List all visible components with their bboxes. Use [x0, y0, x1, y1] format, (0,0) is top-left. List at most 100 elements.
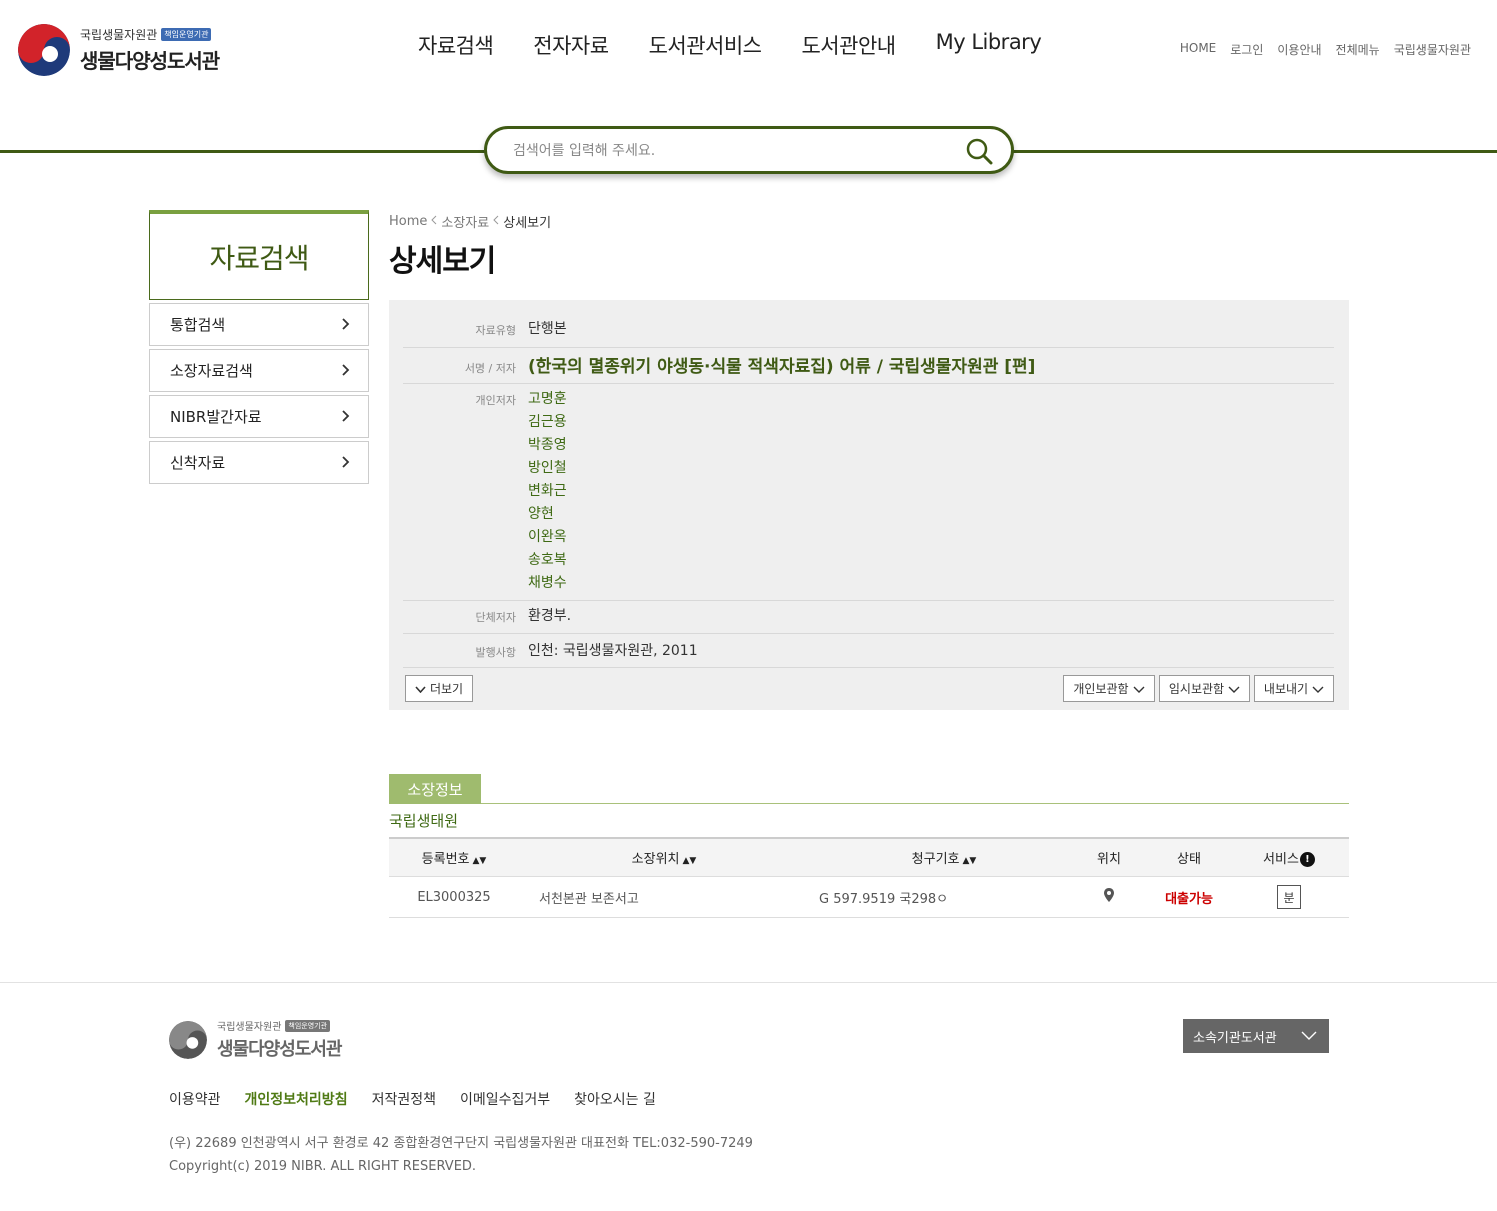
- util-sitemap-link[interactable]: 전체메뉴: [1336, 41, 1380, 58]
- cell-location: 서천본관 보존서고: [539, 891, 639, 907]
- table-row: EL3000325 서천본관 보존서고 G 597.9519 국298ㅇ 대출가…: [389, 877, 1349, 918]
- breadcrumb-home[interactable]: Home: [389, 214, 427, 229]
- gnb-item-search[interactable]: 자료검색: [418, 30, 494, 60]
- footer-address-text: (우) 22689 인천광역시 서구 환경로 42 종합환경연구단지 국립생물자…: [169, 1136, 753, 1151]
- chevron-right-icon: [342, 316, 350, 334]
- util-home-link[interactable]: HOME: [1180, 41, 1216, 58]
- detail-label: 서명 / 저자: [464, 362, 516, 375]
- side-nav-item-nibr-publications[interactable]: NIBR발간자료: [149, 395, 369, 438]
- detail-label: 단체저자: [475, 611, 516, 624]
- taegeuk-logo-icon: [169, 1020, 207, 1059]
- col-header-call-no[interactable]: 청구기호 ▲▼: [809, 848, 1079, 867]
- gnb-item-services[interactable]: 도서관서비스: [649, 30, 762, 60]
- logo-org-name: 국립생물자원관: [80, 28, 158, 42]
- util-login-link[interactable]: 로그인: [1230, 41, 1263, 58]
- col-header-service: 서비스!: [1239, 848, 1339, 867]
- chevron-down-icon: [1133, 682, 1145, 696]
- author-list: 고명훈 김근용 박종영 방인철 변화근 양현 이완옥 송호복 채병수: [528, 388, 567, 600]
- temp-folder-button[interactable]: 임시보관함: [1159, 675, 1250, 702]
- chevron-right-icon: [342, 408, 350, 426]
- col-header-location[interactable]: 소장위치 ▲▼: [519, 848, 809, 867]
- col-header-reg-no[interactable]: 등록번호 ▲▼: [389, 848, 519, 867]
- tab-holdings[interactable]: 소장정보: [389, 774, 481, 804]
- chevron-down-icon: [1312, 682, 1324, 696]
- chevron-down-icon: [415, 682, 426, 696]
- footer-divider: [0, 982, 1497, 983]
- table-header-row: 등록번호 ▲▼ 소장위치 ▲▼ 청구기호 ▲▼ 위치 상태 서비스!: [389, 839, 1349, 877]
- author-link[interactable]: 고명훈: [528, 391, 567, 407]
- detail-row-corp-author: 단체저자 환경부.: [403, 605, 1334, 634]
- detail-corp-value: 환경부.: [528, 608, 572, 624]
- author-link[interactable]: 박종영: [528, 437, 567, 453]
- gnb-item-my-library[interactable]: My Library: [936, 30, 1042, 60]
- chevron-down-icon: [1301, 1029, 1317, 1044]
- author-link[interactable]: 김근용: [528, 414, 567, 430]
- author-link[interactable]: 방인철: [528, 460, 567, 476]
- footer-links: 이용약관 개인정보처리방침 저작권정책 이메일수집거부 찾아오시는 길: [169, 1089, 656, 1109]
- footer-link-copyright[interactable]: 저작권정책: [372, 1089, 436, 1109]
- footer-address: (우) 22689 인천광역시 서구 환경로 42 종합환경연구단지 국립생물자…: [169, 1132, 753, 1178]
- detail-label: 발행사항: [475, 646, 516, 659]
- breadcrumb-holdings[interactable]: 소장자료: [441, 212, 489, 231]
- page-title: 상세보기: [389, 244, 496, 279]
- utility-nav: HOME 로그인 이용안내 전체메뉴 국립생물자원관: [1180, 41, 1471, 58]
- map-pin-icon[interactable]: [1079, 888, 1139, 906]
- col-header-position: 위치: [1097, 852, 1121, 867]
- side-nav-title: 자료검색: [149, 210, 369, 300]
- author-link[interactable]: 송호복: [528, 552, 567, 568]
- footer-link-privacy[interactable]: 개인정보처리방침: [245, 1089, 348, 1109]
- author-link[interactable]: 양현: [528, 506, 554, 522]
- author-link[interactable]: 변화근: [528, 483, 567, 499]
- side-nav-item-integrated-search[interactable]: 통합검색: [149, 303, 369, 346]
- footer-link-terms[interactable]: 이용약관: [169, 1089, 221, 1109]
- detail-row-publication: 발행사항 인천: 국립생물자원관, 2011: [403, 640, 1334, 668]
- detail-label: 자료유형: [475, 324, 516, 337]
- more-button[interactable]: 더보기: [405, 675, 473, 702]
- sort-icon: ▲▼: [472, 856, 487, 866]
- side-nav-item-new-arrivals[interactable]: 신착자료: [149, 441, 369, 484]
- side-nav-item-holdings-search[interactable]: 소장자료검색: [149, 349, 369, 392]
- side-nav-item-label: NIBR발간자료: [170, 408, 262, 426]
- side-nav: 자료검색 통합검색 소장자료검색 NIBR발간자료 신착자료: [149, 210, 369, 484]
- side-nav-item-label: 소장자료검색: [170, 362, 253, 380]
- breadcrumb: Home 소장자료 상세보기: [389, 212, 551, 231]
- site-logo[interactable]: 국립생물자원관 책임운영기관 생물다양성도서관: [18, 24, 258, 76]
- service-button[interactable]: 분: [1277, 885, 1301, 909]
- export-button[interactable]: 내보내기: [1254, 675, 1334, 702]
- gnb-item-about[interactable]: 도서관안내: [801, 30, 896, 60]
- side-nav-item-label: 통합검색: [170, 316, 226, 334]
- util-nibr-link[interactable]: 국립생물자원관: [1394, 41, 1471, 58]
- footer-link-email-refusal[interactable]: 이메일수집거부: [460, 1089, 550, 1109]
- logo-badge: 책임운영기관: [161, 28, 212, 41]
- search-bar: [484, 126, 1014, 174]
- util-guide-link[interactable]: 이용안내: [1277, 41, 1321, 58]
- logo-library-name: 생물다양성도서관: [80, 49, 220, 73]
- search-input[interactable]: [513, 139, 933, 163]
- detail-pub-value: 인천: 국립생물자원관, 2011: [528, 643, 698, 659]
- holdings-table: 등록번호 ▲▼ 소장위치 ▲▼ 청구기호 ▲▼ 위치 상태 서비스! EL300032…: [389, 837, 1349, 918]
- gnb-item-eresources[interactable]: 전자자료: [533, 30, 609, 60]
- search-icon[interactable]: [965, 137, 993, 165]
- holdings-tab-bar: 소장정보: [389, 774, 1349, 804]
- author-link[interactable]: 이완옥: [528, 529, 567, 545]
- author-link[interactable]: 채병수: [528, 575, 567, 591]
- detail-row-type: 자료유형 단행본: [403, 318, 1334, 348]
- main-nav: 자료검색 전자자료 도서관서비스 도서관안내 My Library: [418, 30, 1081, 60]
- chevron-left-icon: [493, 214, 499, 229]
- footer-copyright: Copyright(c) 2019 NIBR. ALL RIGHT RESERV…: [169, 1159, 477, 1174]
- footer-logo-badge: 책임운영기관: [285, 1019, 331, 1032]
- personal-folder-button[interactable]: 개인보관함: [1063, 675, 1155, 702]
- taegeuk-logo-icon: [18, 24, 70, 76]
- more-button-label: 더보기: [429, 682, 464, 696]
- button-label: 내보내기: [1263, 682, 1309, 696]
- detail-row-title: 서명 / 저자 (한국의 멸종위기 야생동·식물 적색자료집) 어류 / 국립생…: [403, 348, 1334, 384]
- record-detail-panel: 자료유형 단행본 서명 / 저자 (한국의 멸종위기 야생동·식물 적색자료집)…: [389, 300, 1349, 710]
- status-badge: 대출가능: [1165, 891, 1213, 907]
- footer-link-directions[interactable]: 찾아오시는 길: [574, 1089, 656, 1109]
- family-site-label: 소속기관도서관: [1193, 1030, 1277, 1046]
- chevron-right-icon: [342, 362, 350, 380]
- service-cell: 분: [1239, 885, 1339, 909]
- sort-icon: ▲▼: [682, 856, 697, 866]
- info-icon[interactable]: !: [1299, 852, 1315, 867]
- family-site-select[interactable]: 소속기관도서관: [1183, 1019, 1329, 1053]
